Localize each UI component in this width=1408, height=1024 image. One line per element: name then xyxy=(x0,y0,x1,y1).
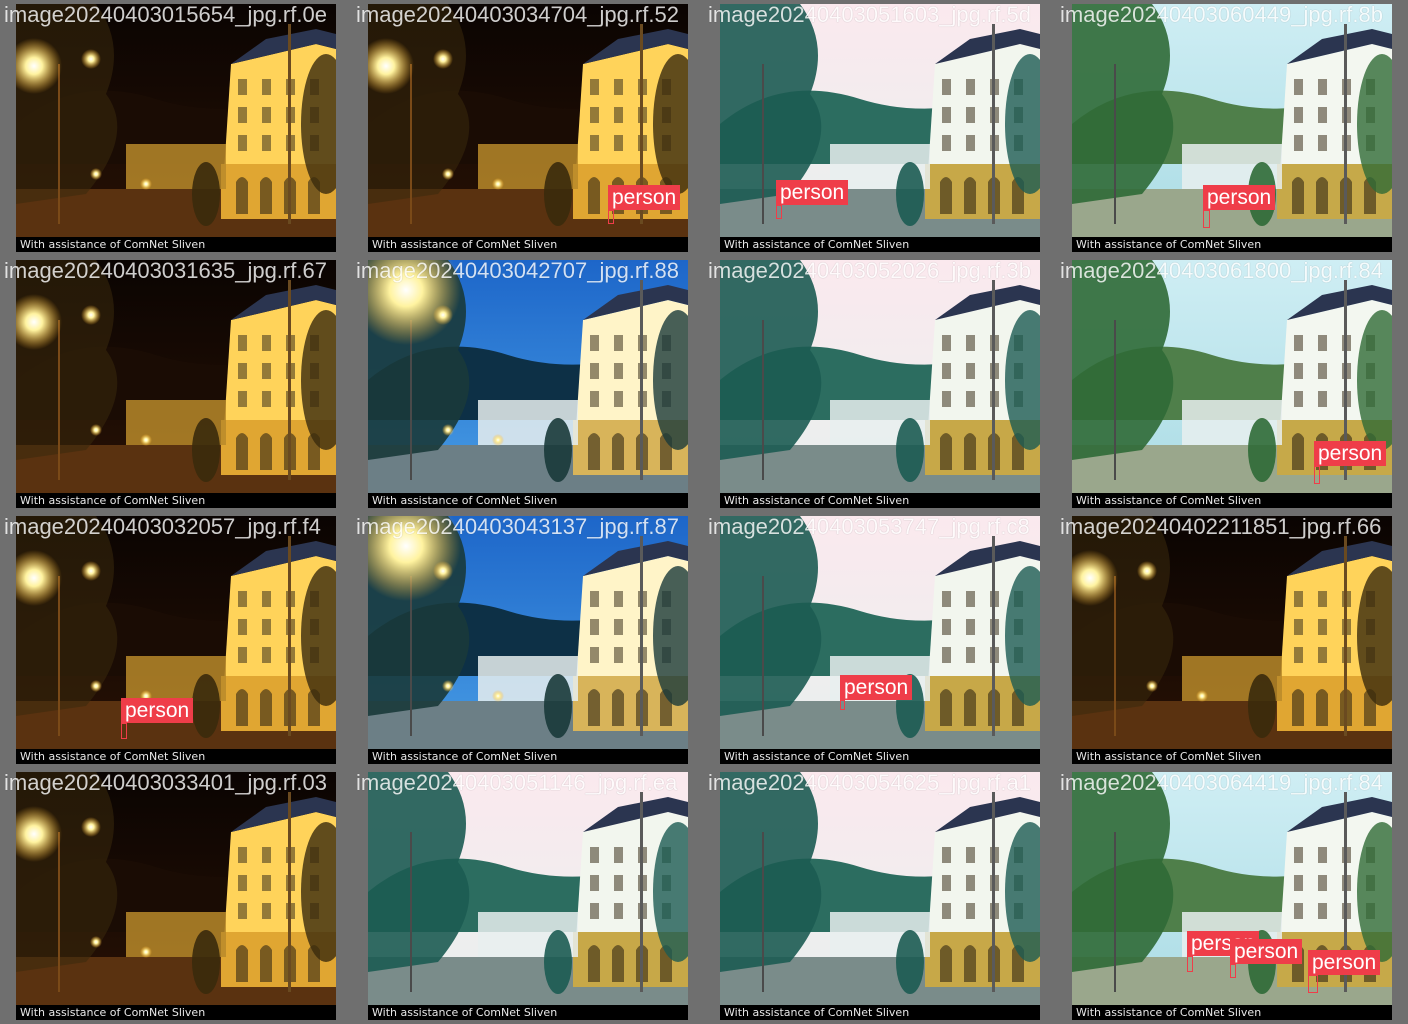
webcam-photo: With assistance of ComNet Sliven person xyxy=(368,4,688,252)
webcam-photo: With assistance of ComNet Sliven xyxy=(16,260,336,508)
detection-label: person xyxy=(1308,950,1381,975)
webcam-photo: With assistance of ComNet Sliven xyxy=(368,516,688,764)
mosaic-grid: With assistance of ComNet Sliven image202… xyxy=(0,0,1408,1024)
image-tile[interactable]: With assistance of ComNet Sliven image202… xyxy=(0,0,352,256)
webcam-photo: With assistance of ComNet Sliven xyxy=(16,4,336,252)
image-tile[interactable]: With assistance of ComNet Sliven image202… xyxy=(352,512,704,768)
photo-caption: With assistance of ComNet Sliven xyxy=(1072,237,1392,252)
bounding-box xyxy=(1308,975,1318,993)
detection-box: person xyxy=(608,185,681,224)
webcam-photo: With assistance of ComNet Sliven person xyxy=(1072,4,1392,252)
webcam-photo: With assistance of ComNet Sliven person pe… xyxy=(1072,772,1392,1020)
photo-caption: With assistance of ComNet Sliven xyxy=(720,749,1040,764)
detection-box: person xyxy=(776,180,849,219)
photo-caption: With assistance of ComNet Sliven xyxy=(16,1005,336,1020)
image-tile[interactable]: With assistance of ComNet Sliven image202… xyxy=(352,768,704,1024)
detection-label: person xyxy=(776,180,849,205)
image-tile[interactable]: With assistance of ComNet Sliven person im… xyxy=(704,0,1056,256)
bounding-box xyxy=(608,210,614,224)
webcam-photo: With assistance of ComNet Sliven person xyxy=(16,516,336,764)
photo-caption: With assistance of ComNet Sliven xyxy=(1072,493,1392,508)
image-tile[interactable]: With assistance of ComNet Sliven image202… xyxy=(704,256,1056,512)
bounding-box xyxy=(1203,210,1210,228)
detection-box: person xyxy=(1314,441,1387,484)
image-tile[interactable]: With assistance of ComNet Sliven person im… xyxy=(1056,0,1408,256)
detection-box: person xyxy=(1230,939,1303,978)
image-tile[interactable]: With assistance of ComNet Sliven person im… xyxy=(0,512,352,768)
image-tile[interactable]: With assistance of ComNet Sliven image202… xyxy=(0,768,352,1024)
detection-label: person xyxy=(1230,939,1303,964)
webcam-photo: With assistance of ComNet Sliven xyxy=(1072,516,1392,764)
detection-label: person xyxy=(840,675,913,700)
photo-caption: With assistance of ComNet Sliven xyxy=(368,1005,688,1020)
detection-box: person xyxy=(1308,950,1381,993)
webcam-photo: With assistance of ComNet Sliven person xyxy=(720,4,1040,252)
photo-caption: With assistance of ComNet Sliven xyxy=(1072,1005,1392,1020)
webcam-photo: With assistance of ComNet Sliven xyxy=(720,772,1040,1020)
bounding-box xyxy=(840,700,845,710)
photo-caption: With assistance of ComNet Sliven xyxy=(368,237,688,252)
photo-caption: With assistance of ComNet Sliven xyxy=(16,493,336,508)
photo-caption: With assistance of ComNet Sliven xyxy=(1072,749,1392,764)
detection-label: person xyxy=(608,185,681,210)
bounding-box xyxy=(1314,466,1320,484)
photo-caption: With assistance of ComNet Sliven xyxy=(16,237,336,252)
image-tile[interactable]: With assistance of ComNet Sliven person im… xyxy=(704,512,1056,768)
image-tile[interactable]: With assistance of ComNet Sliven person im… xyxy=(1056,256,1408,512)
image-tile[interactable]: With assistance of ComNet Sliven person pe… xyxy=(1056,768,1408,1024)
detection-label: person xyxy=(1314,441,1387,466)
webcam-photo: With assistance of ComNet Sliven xyxy=(368,260,688,508)
image-tile[interactable]: With assistance of ComNet Sliven image202… xyxy=(1056,512,1408,768)
webcam-photo: With assistance of ComNet Sliven person xyxy=(720,516,1040,764)
image-tile[interactable]: With assistance of ComNet Sliven image202… xyxy=(352,256,704,512)
photo-caption: With assistance of ComNet Sliven xyxy=(720,237,1040,252)
image-tile[interactable]: With assistance of ComNet Sliven image202… xyxy=(704,768,1056,1024)
detection-box: person xyxy=(121,698,194,739)
bounding-box xyxy=(1230,964,1236,978)
webcam-photo: With assistance of ComNet Sliven xyxy=(720,260,1040,508)
bounding-box xyxy=(776,205,782,219)
webcam-photo: With assistance of ComNet Sliven xyxy=(16,772,336,1020)
detection-label: person xyxy=(121,698,194,723)
detection-box: person xyxy=(840,675,913,710)
detection-label: person xyxy=(1203,185,1276,210)
photo-caption: With assistance of ComNet Sliven xyxy=(368,749,688,764)
bounding-box xyxy=(1187,956,1193,972)
webcam-photo: With assistance of ComNet Sliven xyxy=(368,772,688,1020)
bounding-box xyxy=(121,723,127,739)
webcam-photo: With assistance of ComNet Sliven person xyxy=(1072,260,1392,508)
image-tile[interactable]: With assistance of ComNet Sliven person im… xyxy=(352,0,704,256)
photo-caption: With assistance of ComNet Sliven xyxy=(16,749,336,764)
photo-caption: With assistance of ComNet Sliven xyxy=(720,1005,1040,1020)
photo-caption: With assistance of ComNet Sliven xyxy=(368,493,688,508)
detection-box: person xyxy=(1203,185,1276,228)
image-tile[interactable]: With assistance of ComNet Sliven image202… xyxy=(0,256,352,512)
detection-box: person xyxy=(1187,931,1260,972)
photo-caption: With assistance of ComNet Sliven xyxy=(720,493,1040,508)
